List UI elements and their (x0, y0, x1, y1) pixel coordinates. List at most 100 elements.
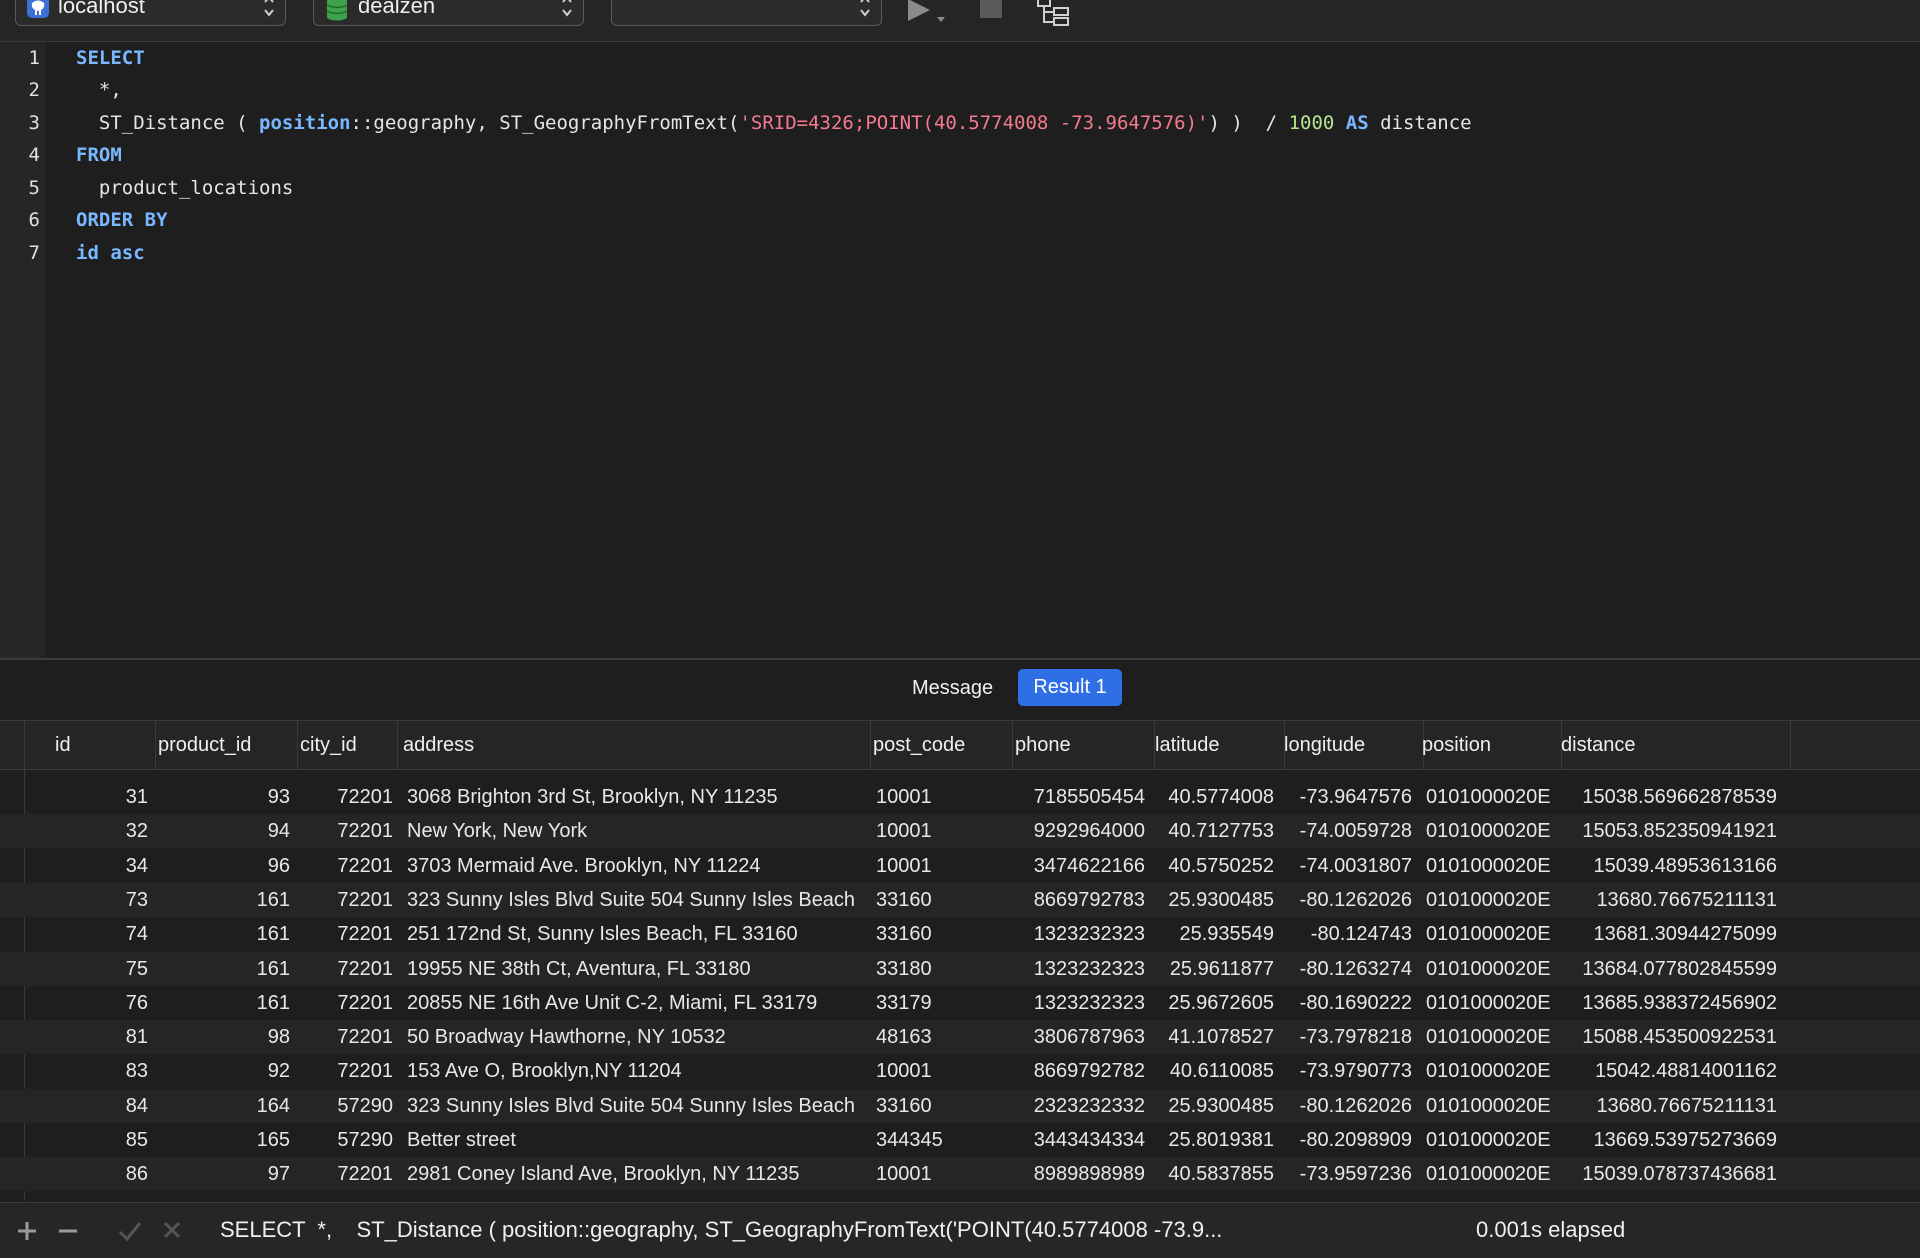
explain-button[interactable] (1036, 0, 1072, 33)
cell-latitude[interactable]: 25.935549 (1149, 917, 1278, 951)
cell-phone[interactable]: 3806787963 (1009, 1020, 1149, 1054)
column-header-address[interactable]: address (397, 721, 871, 769)
cell-city-id[interactable]: 72201 (294, 952, 397, 986)
cell-post-code[interactable]: 33180 (871, 952, 1009, 986)
cell-longitude[interactable]: -80.1263274 (1278, 952, 1416, 986)
cell-product-id[interactable]: 97 (152, 1157, 294, 1191)
cell-city-id[interactable]: 72201 (294, 883, 397, 917)
cell-id[interactable]: 75 (30, 952, 152, 986)
cell-distance[interactable]: 15042.48814001162 (1555, 1054, 1781, 1088)
cell-distance[interactable]: 15088.453500922531 (1555, 1020, 1781, 1054)
cell-longitude[interactable]: -74.0059728 (1278, 814, 1416, 848)
cell-distance[interactable]: 13685.938372456902 (1555, 986, 1781, 1020)
add-row-button[interactable] (16, 1220, 38, 1247)
cell-id[interactable]: 83 (30, 1054, 152, 1088)
cell-city-id[interactable]: 72201 (294, 1054, 397, 1088)
cell-latitude[interactable]: 40.5750252 (1149, 849, 1278, 883)
cell-address[interactable]: 251 172nd St, Sunny Isles Beach, FL 3316… (402, 917, 867, 951)
cell-longitude[interactable]: -74.0031807 (1278, 849, 1416, 883)
cell-post-code[interactable]: 10001 (871, 1054, 1009, 1088)
column-header-post-code[interactable]: post_code (867, 721, 1013, 769)
table-row[interactable]: 84 164 57290 323 Sunny Isles Blvd Suite 504… (0, 1088, 1920, 1123)
cell-position[interactable]: 0101000020E (1421, 917, 1555, 951)
discard-changes-button[interactable] (162, 1220, 182, 1245)
cell-product-id[interactable]: 161 (152, 917, 294, 951)
cell-address[interactable]: 323 Sunny Isles Blvd Suite 504 Sunny Isl… (402, 1089, 867, 1123)
column-header-position[interactable]: position (1416, 721, 1562, 769)
cell-latitude[interactable]: 40.5774008 (1149, 780, 1278, 814)
cell-latitude[interactable]: 25.9672605 (1149, 986, 1278, 1020)
cell-address[interactable]: 20855 NE 16th Ave Unit C-2, Miami, FL 33… (402, 986, 867, 1020)
column-header-city-id[interactable]: city_id (294, 721, 398, 769)
cell-id[interactable]: 32 (30, 814, 152, 848)
tab-message[interactable]: Message (912, 677, 993, 700)
cell-phone[interactable]: 8669792782 (1009, 1054, 1149, 1088)
cell-position[interactable]: 0101000020E (1421, 986, 1555, 1020)
delete-row-button[interactable] (57, 1220, 79, 1247)
cell-city-id[interactable]: 57290 (294, 1089, 397, 1123)
cell-phone[interactable]: 3443434334 (1009, 1123, 1149, 1157)
run-button[interactable] (905, 0, 949, 35)
cell-distance[interactable]: 13680.76675211131 (1555, 1089, 1781, 1123)
cell-address[interactable]: Better street (402, 1123, 867, 1157)
cell-distance[interactable]: 15038.569662878539 (1555, 780, 1781, 814)
cell-post-code[interactable]: 10001 (871, 849, 1009, 883)
cell-id[interactable]: 84 (30, 1089, 152, 1123)
cell-distance[interactable]: 15039.078737436681 (1555, 1157, 1781, 1191)
cell-id[interactable]: 81 (30, 1020, 152, 1054)
cell-latitude[interactable]: 40.5837855 (1149, 1157, 1278, 1191)
cell-address[interactable]: New York, New York (402, 814, 867, 848)
apply-changes-button[interactable] (118, 1220, 142, 1247)
cell-address[interactable]: 2981 Coney Island Ave, Brooklyn, NY 1123… (402, 1157, 867, 1191)
cell-address[interactable]: 3068 Brighton 3rd St, Brooklyn, NY 11235 (402, 780, 867, 814)
cell-post-code[interactable]: 48163 (871, 1020, 1009, 1054)
cell-post-code[interactable]: 10001 (871, 1157, 1009, 1191)
column-header-product-id[interactable]: product_id (152, 721, 298, 769)
column-header-phone[interactable]: phone (1009, 721, 1155, 769)
cell-city-id[interactable]: 72201 (294, 986, 397, 1020)
cell-position[interactable]: 0101000020E (1421, 780, 1555, 814)
cell-product-id[interactable]: 92 (152, 1054, 294, 1088)
cell-id[interactable]: 76 (30, 986, 152, 1020)
cell-address[interactable]: 50 Broadway Hawthorne, NY 10532 (402, 1020, 867, 1054)
cell-latitude[interactable]: 25.9611877 (1149, 952, 1278, 986)
cell-longitude[interactable]: -73.9647576 (1278, 780, 1416, 814)
table-row[interactable]: 32 94 72201 New York, New York 10001 92929640… (0, 814, 1920, 849)
cell-phone[interactable]: 2323232332 (1009, 1089, 1149, 1123)
cell-phone[interactable]: 3474622166 (1009, 849, 1149, 883)
cell-longitude[interactable]: -80.2098909 (1278, 1123, 1416, 1157)
cell-post-code[interactable]: 33179 (871, 986, 1009, 1020)
table-row[interactable]: 76 161 72201 20855 NE 16th Ave Unit C-2, Mi… (0, 986, 1920, 1020)
cell-post-code[interactable]: 33160 (871, 883, 1009, 917)
cell-longitude[interactable]: -80.1690222 (1278, 986, 1416, 1020)
cell-position[interactable]: 0101000020E (1421, 883, 1555, 917)
cell-phone[interactable]: 7185505454 (1009, 780, 1149, 814)
table-row[interactable]: 81 98 72201 50 Broadway Hawthorne, NY 10532… (0, 1020, 1920, 1055)
cell-post-code[interactable]: 344345 (871, 1123, 1009, 1157)
results-grid-body[interactable]: 31 93 72201 3068 Brighton 3rd St, Brooklyn,… (0, 769, 1920, 1201)
sql-editor[interactable]: 1 2 3 4 5 6 7 SELECT *, ST_Distance ( po… (0, 42, 1920, 658)
cell-latitude[interactable]: 41.1078527 (1149, 1020, 1278, 1054)
cell-product-id[interactable]: 94 (152, 814, 294, 848)
cell-product-id[interactable]: 161 (152, 986, 294, 1020)
cell-city-id[interactable]: 72201 (294, 1157, 397, 1191)
column-header-longitude[interactable]: longitude (1278, 721, 1424, 769)
cell-distance[interactable]: 13680.76675211131 (1555, 883, 1781, 917)
table-row[interactable]: 83 92 72201 153 Ave O, Brooklyn,NY 11204 100… (0, 1054, 1920, 1088)
cell-id[interactable]: 73 (30, 883, 152, 917)
cell-post-code[interactable]: 10001 (871, 814, 1009, 848)
cell-phone[interactable]: 8669792783 (1009, 883, 1149, 917)
cell-product-id[interactable]: 98 (152, 1020, 294, 1054)
cell-distance[interactable]: 15039.48953613166 (1555, 849, 1781, 883)
cell-product-id[interactable]: 93 (152, 780, 294, 814)
cell-phone[interactable]: 8989898989 (1009, 1157, 1149, 1191)
cell-longitude[interactable]: -80.1262026 (1278, 883, 1416, 917)
cell-id[interactable]: 86 (30, 1157, 152, 1191)
cell-phone[interactable]: 1323232323 (1009, 986, 1149, 1020)
table-row[interactable]: 73 161 72201 323 Sunny Isles Blvd Suite 504… (0, 882, 1920, 917)
cell-position[interactable]: 0101000020E (1421, 814, 1555, 848)
cell-product-id[interactable]: 164 (152, 1089, 294, 1123)
cell-position[interactable]: 0101000020E (1421, 1054, 1555, 1088)
column-header-id[interactable]: id (49, 721, 156, 769)
tab-result-1[interactable]: Result 1 (1018, 669, 1122, 706)
